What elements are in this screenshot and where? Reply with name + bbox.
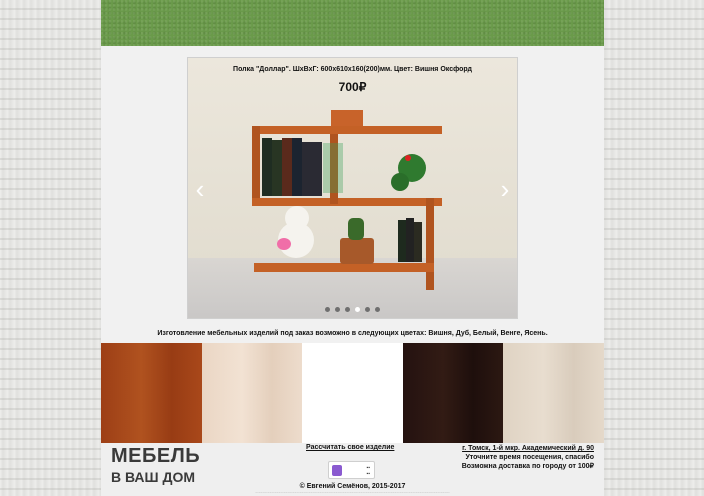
chevron-right-icon[interactable]: › bbox=[497, 176, 513, 202]
chevron-left-icon[interactable]: ‹ bbox=[192, 176, 208, 202]
slider-dot[interactable] bbox=[365, 307, 370, 312]
shelf-bottom bbox=[254, 263, 434, 272]
logo-line-2: В ВАШ ДОМ bbox=[111, 469, 196, 485]
product-slider[interactable]: Полка "Доллар". ШхВхГ: 600х610х160(200)м… bbox=[187, 57, 518, 319]
slider-pagination bbox=[188, 307, 517, 312]
header-banner bbox=[101, 0, 604, 46]
watermark-logo bbox=[323, 143, 343, 193]
swatch-oak bbox=[201, 343, 303, 443]
shelf-middle bbox=[252, 198, 442, 206]
shelf-photo bbox=[252, 110, 442, 290]
shelf-left-side bbox=[252, 126, 260, 204]
fine-print: ........................................… bbox=[255, 491, 450, 494]
footer: МЕБЕЛЬ В ВАШ ДОМ Рассчитать свое изделие… bbox=[101, 443, 604, 496]
books-top bbox=[262, 138, 272, 196]
slider-dot[interactable] bbox=[375, 307, 380, 312]
colors-notice: Изготовление мебельных изделий под заказ… bbox=[157, 330, 548, 337]
slider-dot[interactable] bbox=[345, 307, 350, 312]
swatch-cherry bbox=[101, 343, 202, 443]
shelf-right-side bbox=[426, 198, 434, 290]
swatch-wenge bbox=[402, 343, 504, 443]
swatch-ash bbox=[503, 343, 604, 443]
slider-dot[interactable] bbox=[335, 307, 340, 312]
delivery-note: Возможна доставка по городу от 100₽ bbox=[461, 463, 594, 470]
swatch-white bbox=[302, 343, 403, 443]
page-container: Полка "Доллар". ШхВхГ: 600х610х160(200)м… bbox=[101, 0, 604, 496]
copyright: © Евгений Семёнов, 2015-2017 bbox=[299, 483, 406, 490]
counter-icon bbox=[332, 465, 342, 476]
books-bottom bbox=[398, 220, 406, 262]
calculate-product-link[interactable]: Рассчитать свое изделие bbox=[306, 444, 394, 451]
logo-line-1: МЕБЕЛЬ bbox=[111, 445, 201, 467]
color-swatches bbox=[101, 343, 604, 443]
address-link[interactable]: г. Томск, 1-й мкр. Академический д. 90 bbox=[462, 444, 594, 453]
contact-info: г. Томск, 1-й мкр. Академический д. 90 У… bbox=[462, 444, 594, 471]
shelf-top bbox=[252, 126, 442, 134]
slide-caption: Полка "Доллар". ШхВхГ: 600х610х160(200)м… bbox=[233, 66, 472, 73]
slide-price: 700₽ bbox=[338, 80, 367, 94]
slider-dot[interactable] bbox=[325, 307, 330, 312]
counter-values: ▪▪ ▪▪ bbox=[366, 465, 370, 477]
plant-pot bbox=[340, 238, 374, 264]
visitor-counter-widget[interactable]: ▪▪ ▪▪ bbox=[328, 461, 375, 479]
site-logo[interactable]: МЕБЕЛЬ В ВАШ ДОМ bbox=[111, 446, 200, 484]
visit-note: Уточните время посещения, спасибо bbox=[465, 454, 594, 461]
slider-dot-active[interactable] bbox=[355, 307, 360, 312]
